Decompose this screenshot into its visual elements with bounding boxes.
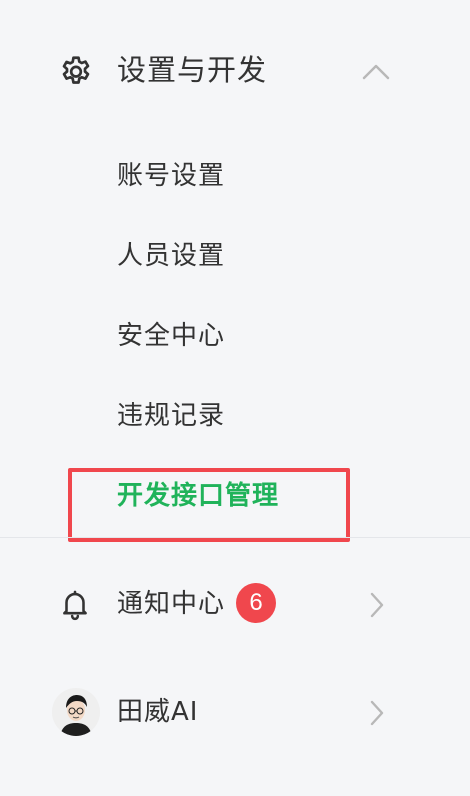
settings-section-title: 设置与开发 [117,53,268,87]
chevron-right-icon [370,592,384,618]
highlight-box [68,468,350,542]
notification-center-label: 通知中心 [117,589,226,619]
avatar [52,688,100,736]
section-divider [0,537,470,538]
settings-section-header[interactable]: 设置与开发 [0,38,470,104]
notification-center-row[interactable]: 通知中心 6 [0,574,470,634]
user-profile-row[interactable]: 田威AI [0,682,470,742]
chevron-right-icon [370,700,384,726]
menu-item-violation-records[interactable]: 违规记录 [117,392,417,440]
gear-icon [62,56,90,84]
menu-item-account-settings[interactable]: 账号设置 [117,152,417,200]
menu-item-security-center[interactable]: 安全中心 [117,312,417,360]
bell-icon [63,590,87,621]
menu-item-personnel-settings[interactable]: 人员设置 [117,232,417,280]
user-name: 田威AI [117,697,199,727]
chevron-up-icon[interactable] [360,60,392,84]
notification-badge: 6 [236,583,276,623]
